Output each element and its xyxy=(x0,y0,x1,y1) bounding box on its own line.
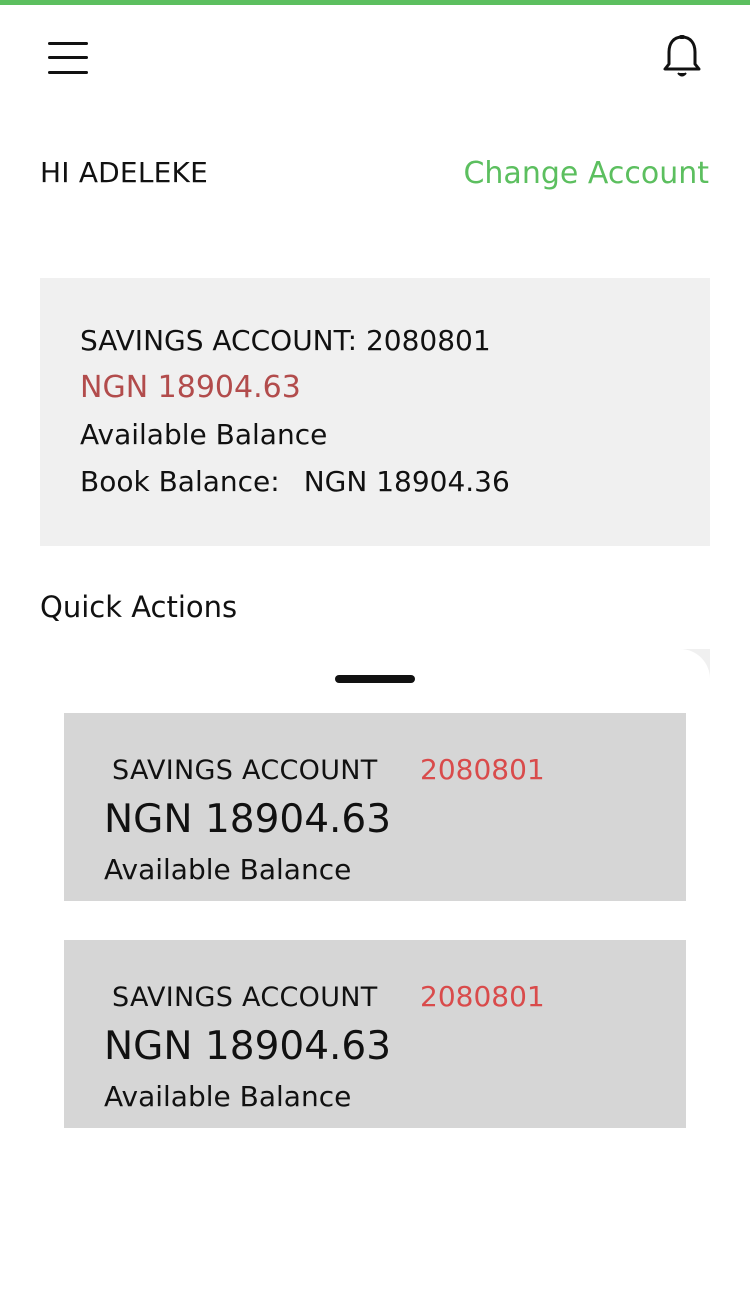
sheet-drag-handle[interactable] xyxy=(335,675,415,683)
account-option-card[interactable]: SAVINGS ACCOUNT 2080801 NGN 18904.63 Ava… xyxy=(64,940,686,1128)
account-option-card[interactable]: SAVINGS ACCOUNT 2080801 NGN 18904.63 Ava… xyxy=(64,713,686,901)
account-summary-card: SAVINGS ACCOUNT: 2080801 NGN 18904.63 Av… xyxy=(40,278,710,546)
available-balance-label: Available Balance xyxy=(80,418,328,451)
top-accent-bar xyxy=(0,0,750,5)
available-amount: NGN 18904.63 xyxy=(80,370,301,405)
account-type: SAVINGS ACCOUNT xyxy=(112,982,378,1013)
sheet-corner xyxy=(650,649,710,729)
account-number: 2080801 xyxy=(420,753,545,786)
greeting-text: HI ADELEKE xyxy=(40,156,208,189)
book-balance-value: NGN 18904.36 xyxy=(303,465,510,498)
account-balance-label: Available Balance xyxy=(104,1080,352,1113)
quick-actions-title: Quick Actions xyxy=(40,590,238,624)
account-title: SAVINGS ACCOUNT: 2080801 xyxy=(80,324,491,357)
account-amount: NGN 18904.63 xyxy=(104,1024,392,1069)
change-account-link[interactable]: Change Account xyxy=(463,156,709,191)
book-balance-label: Book Balance: xyxy=(80,465,280,498)
accounts-bottom-sheet: SAVINGS ACCOUNT 2080801 NGN 18904.63 Ava… xyxy=(40,649,710,1298)
bell-icon[interactable] xyxy=(662,34,702,80)
hamburger-menu-icon[interactable] xyxy=(48,40,88,76)
account-type: SAVINGS ACCOUNT xyxy=(112,755,378,786)
account-number: 2080801 xyxy=(420,980,545,1013)
book-balance-row: Book Balance: NGN 18904.36 xyxy=(80,465,510,498)
account-amount: NGN 18904.63 xyxy=(104,797,392,842)
account-balance-label: Available Balance xyxy=(104,853,352,886)
